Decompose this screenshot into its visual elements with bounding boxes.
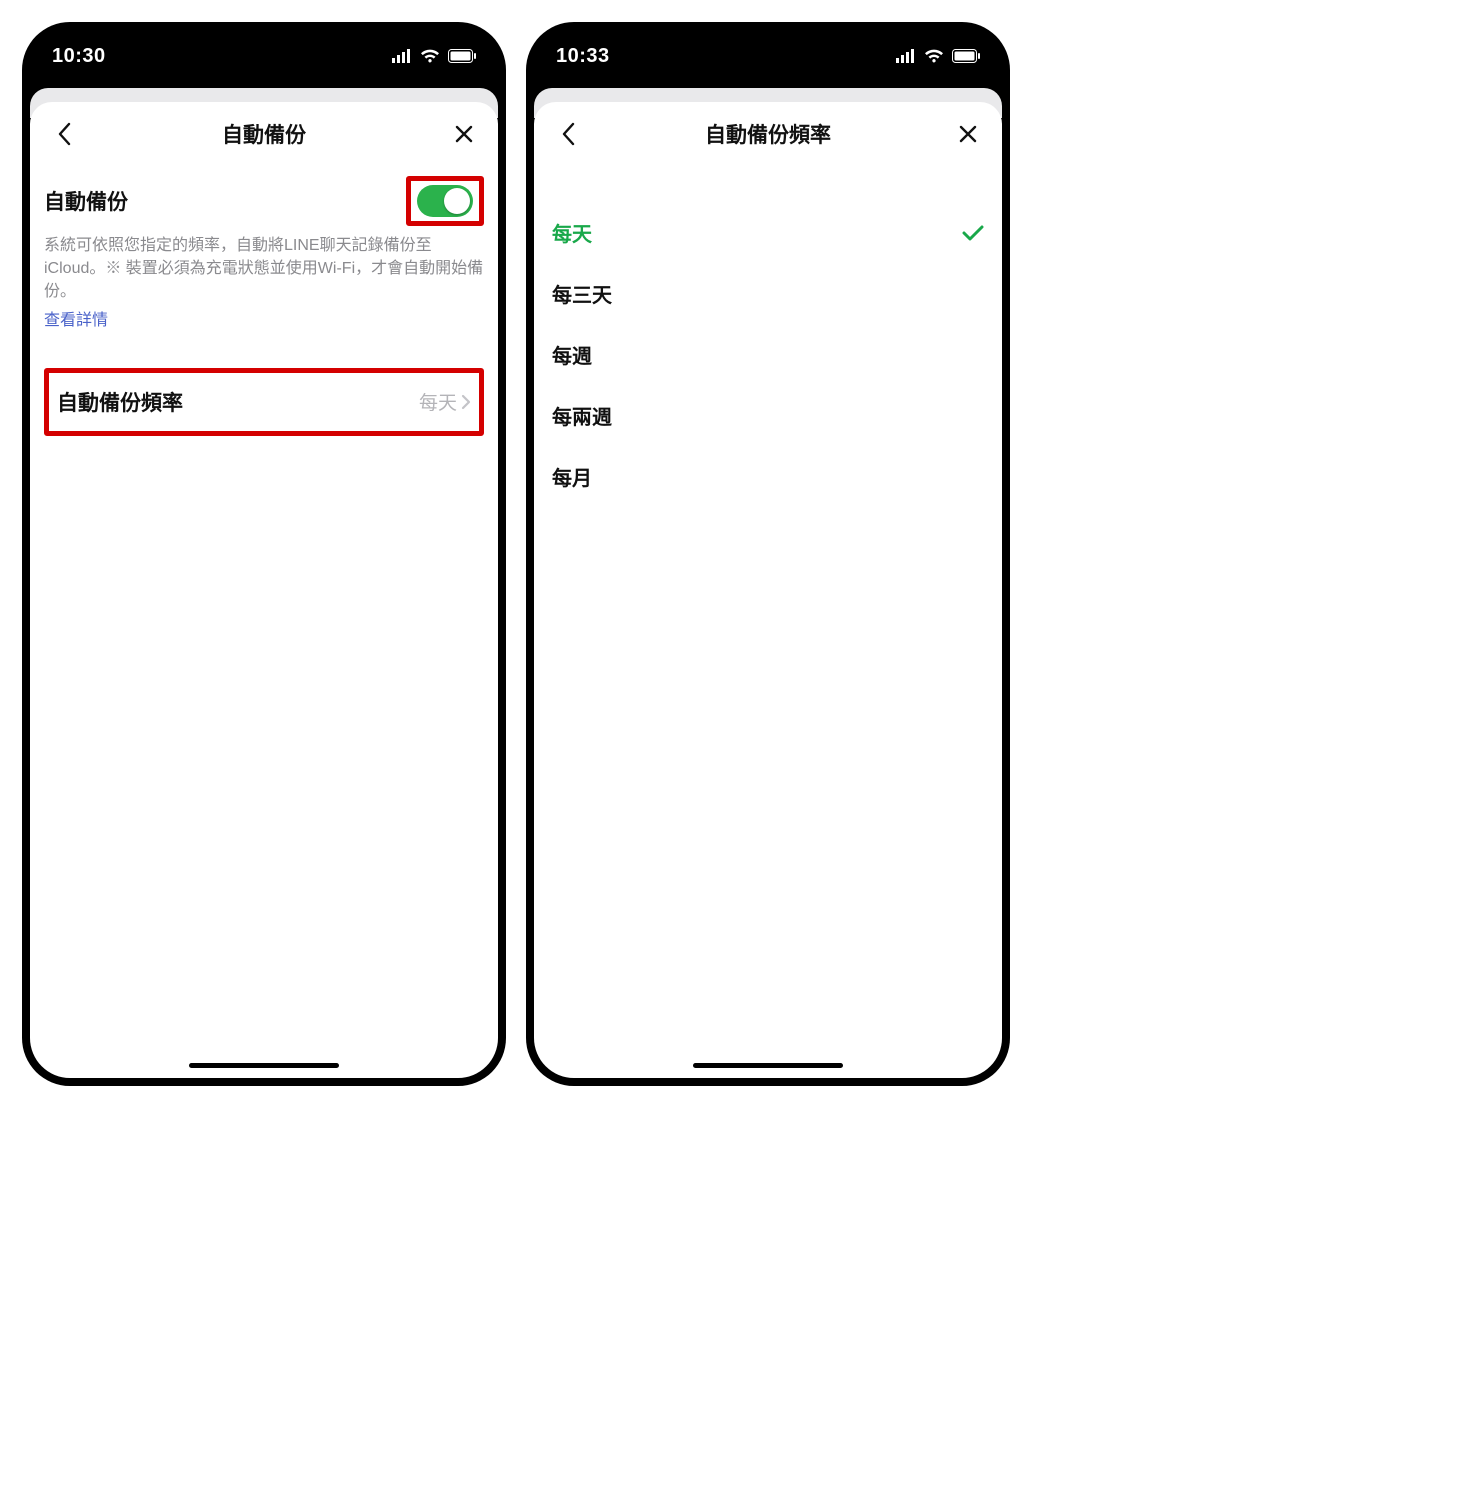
cellular-icon: [392, 49, 412, 63]
back-button[interactable]: [44, 114, 84, 154]
status-icons: [392, 49, 476, 63]
battery-icon: [952, 49, 980, 63]
backup-frequency-row[interactable]: 自動備份頻率 每天: [44, 368, 484, 436]
status-time: 10:30: [52, 45, 106, 68]
modal-sheet: 自動備份 自動備份 系統可依照您指定的頻率，自動將LINE聊天記錄備份至iClo…: [30, 102, 498, 1078]
frequency-option[interactable]: 每週: [548, 324, 988, 385]
frequency-option[interactable]: 每月: [548, 446, 988, 507]
frequency-option-label: 每天: [552, 218, 592, 247]
frequency-option-label: 每三天: [552, 279, 612, 308]
frequency-option[interactable]: 每天: [548, 202, 988, 263]
backup-frequency-label: 自動備份頻率: [57, 387, 183, 417]
chevron-right-icon: [461, 394, 471, 410]
wifi-icon: [924, 49, 944, 63]
frequency-option-label: 每週: [552, 340, 592, 369]
phone-right: 10:33 自動備份頻率 每天每三天每週每兩週每月: [528, 24, 1008, 1084]
chevron-left-icon: [561, 122, 575, 146]
close-button[interactable]: [444, 114, 484, 154]
status-time: 10:33: [556, 45, 610, 68]
close-button[interactable]: [948, 114, 988, 154]
toggle-highlight: [406, 176, 484, 226]
cellular-icon: [896, 49, 916, 63]
home-indicator[interactable]: [693, 1063, 843, 1068]
auto-backup-title: 自動備份: [44, 186, 128, 216]
back-button[interactable]: [548, 114, 588, 154]
frequency-option-label: 每月: [552, 462, 592, 491]
check-icon: [962, 224, 984, 242]
frequency-option[interactable]: 每兩週: [548, 385, 988, 446]
frequency-option[interactable]: 每三天: [548, 263, 988, 324]
auto-backup-toggle[interactable]: [417, 185, 473, 217]
backup-frequency-value: 每天: [419, 388, 457, 415]
page-title: 自動備份: [222, 119, 306, 149]
status-bar: 10:30: [24, 24, 504, 88]
frequency-option-list: 每天每三天每週每兩週每月: [548, 202, 988, 507]
page-title: 自動備份頻率: [705, 119, 831, 149]
chevron-left-icon: [57, 122, 71, 146]
nav-bar: 自動備份: [30, 102, 498, 166]
status-bar: 10:33: [528, 24, 1008, 88]
backup-frequency-value-wrap: 每天: [419, 388, 471, 415]
status-icons: [896, 49, 980, 63]
frequency-option-label: 每兩週: [552, 401, 612, 430]
phone-left: 10:30 自動備份 自動備份: [24, 24, 504, 1084]
close-icon: [454, 124, 474, 144]
modal-sheet: 自動備份頻率 每天每三天每週每兩週每月: [534, 102, 1002, 1078]
close-icon: [958, 124, 978, 144]
nav-bar: 自動備份頻率: [534, 102, 1002, 166]
home-indicator[interactable]: [189, 1063, 339, 1068]
auto-backup-description: 系統可依照您指定的頻率，自動將LINE聊天記錄備份至iCloud。※ 裝置必須為…: [44, 234, 484, 304]
details-link[interactable]: 查看詳情: [44, 306, 108, 330]
wifi-icon: [420, 49, 440, 63]
battery-icon: [448, 49, 476, 63]
